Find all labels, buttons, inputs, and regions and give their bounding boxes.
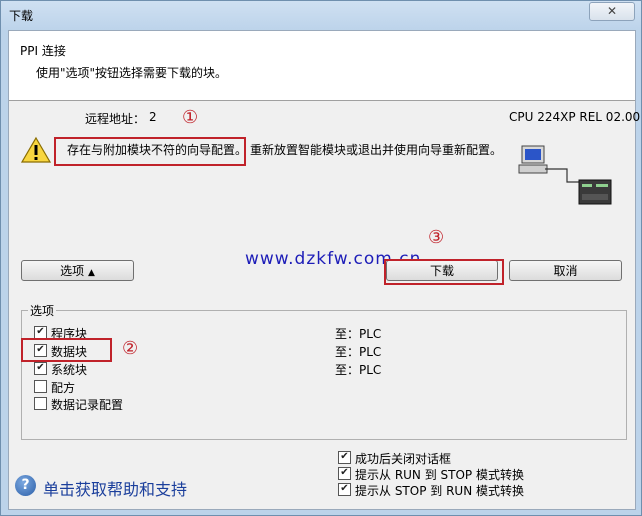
checkbox-system-block[interactable]: ✔ — [34, 362, 47, 375]
annotation-box-download — [384, 259, 504, 285]
option-target-data-block: 至：PLC — [335, 345, 382, 359]
annotation-1: ① — [182, 107, 199, 128]
label-close-on-success: 成功后关闭对话框 — [355, 452, 452, 466]
dialog-header: PPI 连接 使用"选项"按钮选择需要下载的块。 — [9, 31, 635, 101]
pc-plc-network-icon — [518, 145, 612, 205]
window-title: 下载 — [9, 9, 34, 23]
dialog-client-area: PPI 连接 使用"选项"按钮选择需要下载的块。 远程地址： 2 CPU 224… — [8, 30, 640, 510]
options-button-label: 选项 — [60, 264, 85, 278]
label-prompt-stop-to-run: 提示从 STOP 到 RUN 模式转换 — [355, 484, 524, 498]
close-button[interactable]: ✕ — [589, 2, 635, 21]
checkbox-prompt-stop-to-run[interactable]: ✔ — [338, 483, 351, 496]
checkbox-data-log-config[interactable] — [34, 397, 47, 410]
checkbox-prompt-run-to-stop[interactable]: ✔ — [338, 467, 351, 480]
chevron-up-icon: ▲ — [87, 268, 95, 278]
option-label-data-log-config: 数据记录配置 — [51, 398, 124, 412]
help-link[interactable]: 单击获取帮助和支持 — [43, 476, 187, 500]
header-title: PPI 连接 — [20, 44, 66, 58]
option-target-program-block: 至：PLC — [335, 327, 382, 341]
remote-address-value: 2 — [149, 110, 157, 124]
annotation-3: ③ — [428, 227, 445, 248]
download-dialog: 下载 ✕ PPI 连接 使用"选项"按钮选择需要下载的块。 远程地址： 2 CP… — [0, 0, 642, 516]
warning-text: 重新放置智能模块或退出并使用向导重新配置。 — [250, 143, 503, 157]
option-label-recipe: 配方 — [51, 381, 76, 395]
annotation-2: ② — [122, 338, 139, 359]
cancel-button[interactable]: 取消 — [509, 260, 622, 281]
checkbox-recipe[interactable] — [34, 380, 47, 393]
remote-address-label: 远程地址： — [85, 112, 146, 126]
checkbox-close-on-success[interactable]: ✔ — [338, 451, 351, 464]
help-icon[interactable]: ? — [15, 475, 36, 496]
option-target-system-block: 至：PLC — [335, 363, 382, 377]
header-description: 使用"选项"按钮选择需要下载的块。 — [36, 66, 228, 80]
option-label-system-block: 系统块 — [51, 363, 88, 377]
label-prompt-run-to-stop: 提示从 RUN 到 STOP 模式转换 — [355, 468, 524, 482]
options-group-title: 选项 — [28, 302, 57, 319]
options-button[interactable]: 选项 ▲ — [21, 260, 134, 281]
annotation-box-data-block — [21, 338, 112, 362]
cpu-info: CPU 224XP REL 02.00 — [509, 110, 641, 124]
title-bar[interactable]: 下载 ✕ — [1, 1, 641, 29]
warning-icon — [21, 136, 51, 163]
options-group — [21, 310, 627, 440]
annotation-box-warning — [54, 137, 246, 166]
